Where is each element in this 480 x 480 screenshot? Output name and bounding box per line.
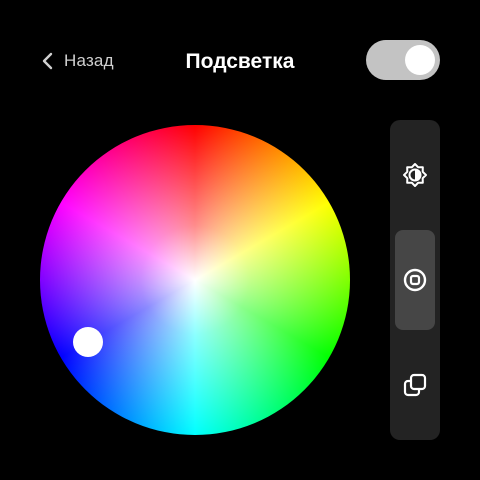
back-button[interactable]: Назад: [40, 48, 114, 74]
layers-mode-button[interactable]: [395, 335, 435, 435]
mode-panel: [390, 120, 440, 440]
color-wheel-saturation-layer: [40, 125, 350, 435]
solid-color-mode-button[interactable]: [395, 230, 435, 330]
back-label: Назад: [64, 51, 114, 70]
page-title: Подсветка: [185, 50, 295, 73]
brightness-mode-button[interactable]: [395, 125, 435, 225]
brightness-icon: [403, 163, 427, 187]
target-square-icon: [403, 268, 427, 292]
toggle-knob: [405, 45, 435, 75]
color-picker-handle[interactable]: [72, 327, 103, 357]
layers-icon: [403, 373, 427, 397]
power-toggle[interactable]: [366, 40, 440, 80]
chevron-left-icon: [42, 52, 53, 70]
color-wheel[interactable]: [40, 125, 350, 435]
